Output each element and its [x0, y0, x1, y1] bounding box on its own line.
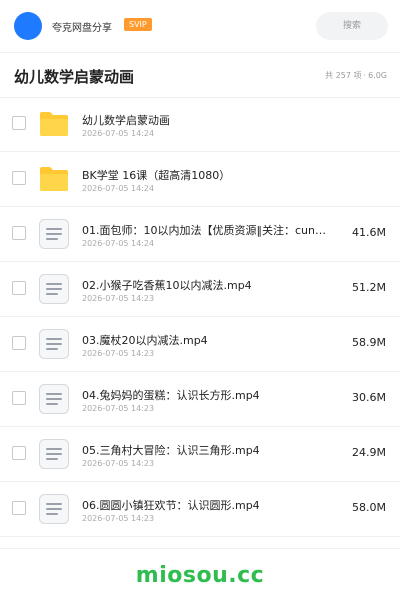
- footer: miosou.cc: [0, 548, 400, 601]
- item-size: 51.2M: [352, 281, 386, 294]
- item-name: 05.三角村大冒险：认识三角形.mp4: [82, 444, 260, 457]
- item-size: 58.0M: [352, 501, 386, 514]
- file-row[interactable]: 05.三角村大冒险：认识三角形.mp4 2026-07-05 14:23 24.9M: [0, 427, 400, 482]
- summary-separator: ·: [363, 71, 367, 80]
- document-icon: [38, 383, 70, 415]
- row-checkbox[interactable]: [12, 446, 26, 460]
- item-name: 03.魔杖20以内减法.mp4: [82, 334, 208, 347]
- row-checkbox[interactable]: [12, 116, 26, 130]
- item-size: 30.6M: [352, 391, 386, 404]
- row-checkbox[interactable]: [12, 171, 26, 185]
- item-size: 58.9M: [352, 336, 386, 349]
- item-name: 02.小猴子吃香蕉10以内减法.mp4: [82, 279, 252, 292]
- item-size: 24.9M: [352, 446, 386, 459]
- document-icon: [38, 493, 70, 525]
- file-row[interactable]: 04.兔妈妈的蛋糕：认识长方形.mp4 2026-07-05 14:23 30.6M: [0, 372, 400, 427]
- row-checkbox[interactable]: [12, 391, 26, 405]
- file-row[interactable]: 02.小猴子吃香蕉10以内减法.mp4 2026-07-05 14:23 51.2M: [0, 262, 400, 317]
- row-checkbox[interactable]: [12, 501, 26, 515]
- item-name: BK学堂 16课（超高清1080）: [82, 169, 231, 182]
- item-date: 2026-07-05 14:23: [82, 514, 155, 523]
- document-icon: [38, 273, 70, 305]
- item-date: 2026-07-05 14:24: [82, 184, 155, 193]
- folder-row[interactable]: BK学堂 16课（超高清1080） 2026-07-05 14:24: [0, 152, 400, 207]
- item-size: 41.6M: [352, 226, 386, 239]
- file-list: 幼儿数学启蒙动画 2026-07-05 14:24 BK学堂 16课（超高清1080…: [0, 97, 400, 537]
- row-checkbox[interactable]: [12, 281, 26, 295]
- item-date: 2026-07-05 14:23: [82, 349, 155, 358]
- page-title: 幼儿数学启蒙动画: [14, 68, 135, 86]
- row-checkbox[interactable]: [12, 226, 26, 240]
- document-icon: [38, 218, 70, 250]
- file-row[interactable]: 03.魔杖20以内减法.mp4 2026-07-05 14:23 58.9M: [0, 317, 400, 372]
- avatar[interactable]: [14, 12, 42, 40]
- item-date: 2026-07-05 14:23: [82, 294, 155, 303]
- file-row[interactable]: 06.圆圆小镇狂欢节：认识圆形.mp4 2026-07-05 14:23 58.0M: [0, 482, 400, 537]
- row-checkbox[interactable]: [12, 336, 26, 350]
- file-row[interactable]: 01.面包师：10以内加法【优质资源‖关注：cun… 2026-07-05 14:…: [0, 207, 400, 262]
- item-date: 2026-07-05 14:24: [82, 129, 155, 138]
- folder-row[interactable]: 幼儿数学启蒙动画 2026-07-05 14:24: [0, 97, 400, 152]
- folder-icon: [38, 163, 70, 195]
- username: 夸克网盘分享: [52, 23, 112, 34]
- item-count: 共 257 项: [325, 71, 362, 80]
- folder-header: 幼儿数学启蒙动画 共 257 项 · 6.0G: [0, 53, 400, 98]
- folder-icon: [38, 108, 70, 140]
- brand-watermark: miosou.cc: [135, 563, 265, 588]
- item-date: 2026-07-05 14:23: [82, 459, 155, 468]
- document-icon: [38, 328, 70, 360]
- item-name: 幼儿数学启蒙动画: [82, 114, 170, 127]
- search-button[interactable]: 搜索: [316, 12, 388, 40]
- item-name: 04.兔妈妈的蛋糕：认识长方形.mp4: [82, 389, 260, 402]
- total-size: 6.0G: [368, 71, 387, 80]
- svip-badge: SVIP: [124, 18, 152, 31]
- item-name: 01.面包师：10以内加法【优质资源‖关注：cun…: [82, 224, 326, 237]
- top-bar: 夸克网盘分享 SVIP 搜索: [0, 0, 400, 53]
- item-date: 2026-07-05 14:23: [82, 404, 155, 413]
- folder-summary: 共 257 项 · 6.0G: [324, 70, 388, 81]
- item-name: 06.圆圆小镇狂欢节：认识圆形.mp4: [82, 499, 260, 512]
- document-icon: [38, 438, 70, 470]
- item-date: 2026-07-05 14:24: [82, 239, 155, 248]
